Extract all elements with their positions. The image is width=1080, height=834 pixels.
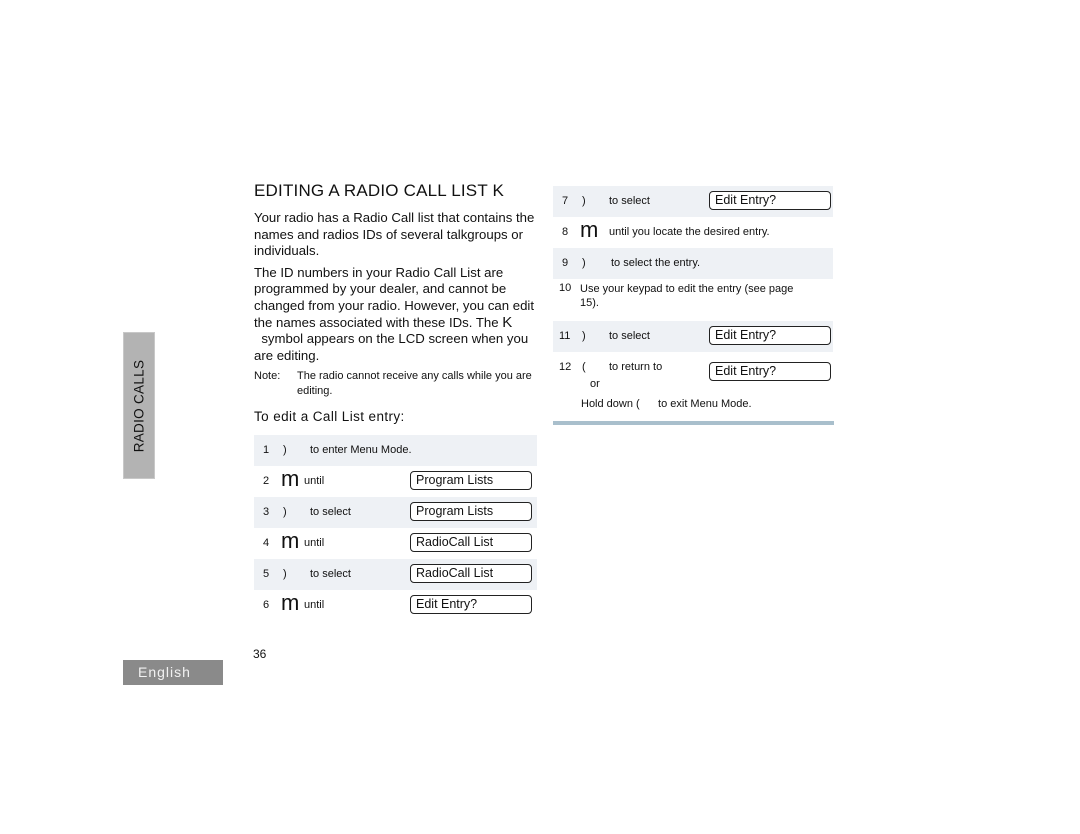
step-number: 3: [263, 506, 270, 519]
section-title: EDITING A RADIO CALL LIST K: [254, 181, 505, 200]
step-number: 9: [562, 257, 569, 269]
menu-key-icon: ): [283, 568, 287, 581]
step-row: 1 ) to enter Menu Mode.: [254, 435, 537, 467]
lcd-display: RadioCall List: [410, 533, 532, 553]
lcd-display: Program Lists: [410, 502, 532, 522]
right-column: 7 ) to select Edit Entry? 8 m until you …: [553, 186, 833, 432]
step-row: 6 m until Edit Entry?: [254, 590, 537, 621]
edit-k-icon: K: [502, 313, 513, 331]
scroll-key-icon: m: [281, 528, 300, 554]
step-row: 4 m until RadioCall List: [254, 528, 537, 559]
step-text: Use your keypad to edit the entry (see p…: [580, 283, 794, 309]
procedure-heading: To edit a Call List entry:: [254, 409, 405, 425]
step-text: to enter Menu Mode.: [310, 444, 412, 457]
step-text: to select: [310, 506, 351, 519]
step-row: 11 ) to select Edit Entry?: [553, 321, 833, 352]
step-number: 4: [263, 537, 270, 550]
id-paragraph-text: The ID numbers in your Radio Call List a…: [254, 264, 535, 330]
step-number: 8: [562, 226, 569, 238]
step-row: 12 ( to return to Edit Entry? or Hold do…: [553, 352, 833, 432]
step-number: 5: [263, 568, 270, 581]
scroll-key-icon: m: [580, 217, 599, 242]
step-row: 8 m until you locate the desired entry.: [553, 217, 833, 248]
hold-down-text: Hold down ( to exit Menu Mode.: [581, 398, 752, 410]
section-side-tab: RADIO CALLS: [123, 332, 155, 479]
lcd-display: Edit Entry?: [709, 191, 831, 210]
step-text: until: [304, 475, 325, 488]
menu-key-icon: ): [582, 257, 586, 269]
step-text: to select: [609, 195, 650, 207]
lcd-display: Program Lists: [410, 471, 532, 491]
page-number: 36: [253, 647, 267, 661]
step-row: 10 Use your keypad to edit the entry (se…: [553, 279, 833, 321]
step-number: 6: [263, 599, 270, 612]
scroll-key-icon: m: [281, 466, 300, 492]
language-tab: English: [123, 660, 223, 685]
step-number: 10: [559, 282, 572, 294]
menu-key-icon: ): [283, 444, 287, 457]
step-text: to select: [609, 330, 650, 342]
section-end-rule: [553, 421, 834, 425]
left-column: EDITING A RADIO CALL LIST K Your radio h…: [254, 181, 537, 621]
step-text: to select the entry.: [611, 257, 701, 269]
note-text: The radio cannot receive any calls while…: [297, 370, 532, 398]
step-row: 3 ) to select Program Lists: [254, 497, 537, 529]
scroll-key-icon: m: [281, 590, 300, 616]
step-text: to select: [310, 568, 351, 581]
lcd-display: Edit Entry?: [709, 362, 831, 381]
exit-key-icon: (: [582, 361, 586, 373]
step-text: to return to: [609, 361, 663, 373]
menu-key-icon: ): [582, 195, 586, 207]
menu-key-icon: ): [582, 330, 586, 342]
note: Note: The radio cannot receive any calls…: [254, 369, 537, 399]
step-row: 9 ) to select the entry.: [553, 248, 833, 279]
step-number: 11: [559, 330, 571, 342]
step-number: 7: [562, 195, 569, 207]
step-text: until: [304, 537, 325, 550]
id-paragraph-tail: symbol appears on the LCD screen when yo…: [254, 331, 529, 363]
note-label: Note:: [254, 370, 281, 383]
step-row: 7 ) to select Edit Entry?: [553, 186, 833, 217]
step-row: 2 m until Program Lists: [254, 466, 537, 497]
lcd-display: RadioCall List: [410, 564, 532, 584]
step-text: until you locate the desired entry.: [609, 226, 770, 238]
intro-paragraph: Your radio has a Radio Call list that co…: [254, 210, 535, 259]
step-number: 2: [263, 475, 270, 488]
id-paragraph: The ID numbers in your Radio Call List a…: [254, 265, 537, 365]
step-text: until: [304, 599, 325, 612]
step-row: 5 ) to select RadioCall List: [254, 559, 537, 591]
or-text: or: [590, 378, 600, 390]
step-number: 1: [263, 444, 270, 457]
side-tab-label: RADIO CALLS: [131, 359, 147, 452]
menu-key-icon: ): [283, 506, 287, 519]
lcd-display: Edit Entry?: [709, 326, 831, 345]
step-number: 12: [559, 361, 572, 373]
lcd-display: Edit Entry?: [410, 595, 532, 615]
